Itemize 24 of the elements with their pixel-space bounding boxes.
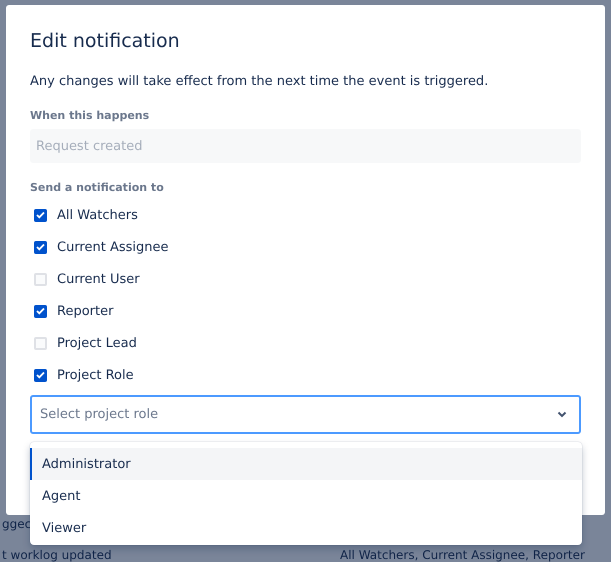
checkbox[interactable] bbox=[34, 336, 47, 350]
project-role-select[interactable]: Select project role bbox=[30, 395, 581, 434]
checkbox[interactable] bbox=[34, 368, 47, 382]
checkbox[interactable] bbox=[34, 240, 47, 254]
checkbox[interactable] bbox=[34, 304, 47, 318]
checkbox-label: Current Assignee bbox=[57, 240, 168, 254]
chevron-down-icon bbox=[557, 411, 567, 418]
dialog-description: Any changes will take effect from the next time the event is triggered. bbox=[30, 73, 490, 91]
background-table-text: All Watchers, Current Assignee, Reporter bbox=[340, 548, 585, 562]
checkbox[interactable] bbox=[34, 272, 47, 286]
background-table-text: ggec bbox=[2, 517, 32, 531]
field-label: When this happens bbox=[30, 109, 150, 123]
dropdown-option[interactable]: Agent bbox=[30, 480, 582, 512]
checkbox-label: Project Role bbox=[57, 368, 134, 382]
checkbox-label: Current User bbox=[57, 272, 140, 286]
checkbox[interactable] bbox=[34, 208, 47, 222]
checkbox-label: Project Lead bbox=[57, 336, 137, 350]
dropdown-option[interactable]: Administrator bbox=[30, 448, 582, 480]
checkbox-label: Reporter bbox=[57, 304, 114, 318]
background-table-text: t worklog updated bbox=[2, 548, 112, 562]
checkbox-label: All Watchers bbox=[57, 208, 138, 222]
field-label: Send a notification to bbox=[30, 181, 165, 195]
dropdown-option[interactable]: Viewer bbox=[30, 512, 582, 544]
dialog-title: Edit notification bbox=[30, 29, 181, 53]
